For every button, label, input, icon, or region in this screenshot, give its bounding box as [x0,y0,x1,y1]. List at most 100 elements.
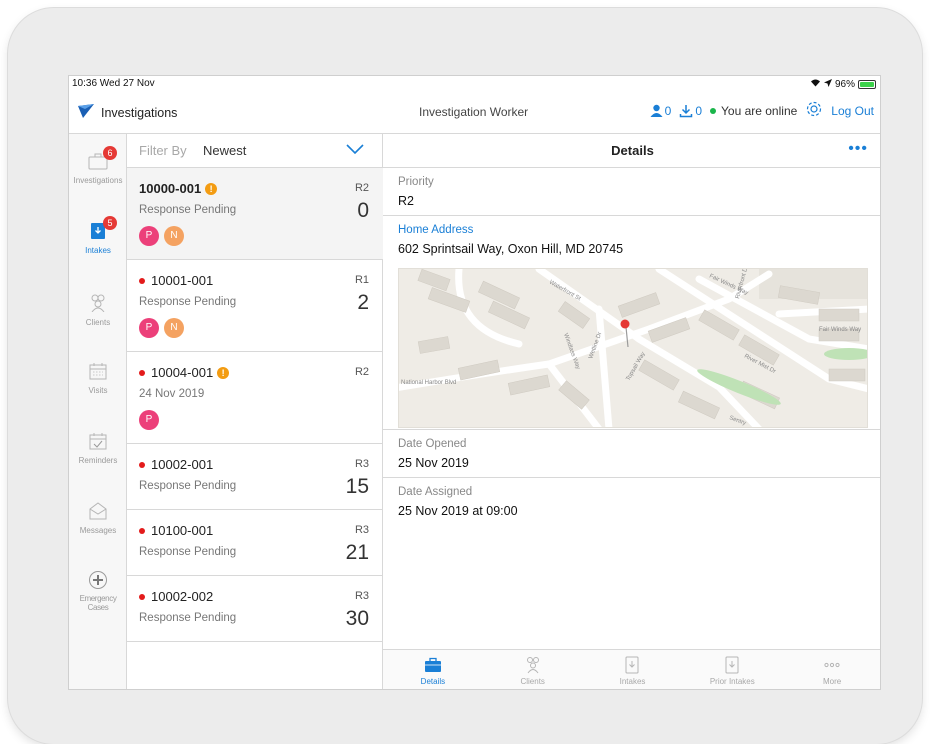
list-item[interactable]: 10000-001! R2 Response Pending 0 P N [127,168,383,260]
warning-icon: ! [205,182,218,195]
tab-label: Prior Intakes [709,677,755,686]
filter-bar[interactable]: Filter By Newest [127,134,382,168]
case-status: Response Pending [139,612,237,624]
sidebar-item-visits[interactable]: Visits [69,362,127,395]
case-count: 30 [345,607,369,630]
case-id: 10002-002 [139,589,213,604]
user-icon [650,104,663,117]
intake-icon [625,656,639,674]
sidebar-item-investigations[interactable]: 6 Investigations [69,146,127,185]
list-item[interactable]: 10004-001! R2 24 Nov 2019 P [127,352,383,444]
app-logo-icon [77,103,95,122]
chevron-down-icon[interactable] [346,143,364,158]
priority-value: R2 [398,194,414,208]
unread-dot-icon [139,369,145,376]
unread-dot-icon [139,461,145,468]
download-button[interactable]: 0 [679,104,702,118]
intakes-badge: 5 [103,216,117,230]
address-value: 602 Sprintsail Way, Oxon Hill, MD 20745 [398,242,624,256]
sidebar: 6 Investigations 5 Intakes Clients Visit… [69,134,127,689]
case-status: Response Pending [139,204,237,216]
sidebar-item-clients[interactable]: Clients [69,294,127,327]
case-id: 10002-001 [139,457,213,472]
date-assigned-value: 25 Nov 2019 at 09:00 [398,504,518,518]
avatar: P [139,226,159,246]
case-count: 15 [345,475,369,498]
list-item[interactable]: 10002-001 R3 Response Pending 15 [127,444,383,510]
status-bar: 10:36 Wed 27 Nov 96% [69,76,880,92]
gear-icon [807,101,822,117]
briefcase-icon: 6 [88,146,117,172]
detail-header: Details ••• [383,134,880,168]
case-id-text: 10001-001 [151,273,214,288]
avatar: P [139,410,159,430]
case-id-text: 10002-002 [151,589,214,604]
bottom-tab-bar: Details Clients Intakes Prior Intakes Mo… [383,649,880,689]
priority-field: Priority R2 [383,168,880,216]
app-title: Investigations [101,105,178,120]
date-opened-label: Date Opened [398,438,467,450]
tab-label: Intakes [619,677,646,686]
calendar-check-icon [88,432,108,452]
sidebar-item-messages[interactable]: Messages [69,502,127,535]
list-item[interactable]: 10001-001 R1 Response Pending 2 P N [127,260,383,352]
sidebar-item-emergency-cases[interactable]: Emergency Cases [69,570,127,612]
wifi-icon [810,78,821,90]
unread-dot-icon [139,277,145,284]
avatar: N [164,226,184,246]
list-item[interactable]: 10002-002 R3 Response Pending 30 [127,576,383,642]
online-indicator: You are online [710,104,797,118]
intake-icon: 5 [88,216,117,242]
priority-label: Priority [398,176,434,188]
client-chips: P N [139,318,184,338]
case-id: 10004-001! [139,365,230,380]
tab-more[interactable]: More [782,650,880,689]
online-dot-icon [710,107,716,114]
tab-details[interactable]: Details [383,650,483,689]
intake-icon [725,656,739,674]
calendar-icon [88,362,108,382]
detail-pane: Details ••• Priority R2 Home Address 602… [383,134,880,689]
battery-percent: 96% [834,78,855,90]
tab-intakes[interactable]: Intakes [583,650,683,689]
priority-code: R3 [354,458,369,470]
date-opened-value: 25 Nov 2019 [398,456,469,470]
client-chips: P [139,410,159,430]
case-id-text: 10000-001 [139,181,202,196]
top-nav-bar: Investigations Investigation Worker 0 0 … [69,92,880,134]
tab-label: Clients [520,677,545,686]
online-status: You are online [721,103,798,118]
case-id-text: 10100-001 [151,523,214,538]
logout-button[interactable]: Log Out [831,104,874,118]
battery-fill [860,81,874,87]
address-label[interactable]: Home Address [398,224,473,236]
tab-clients[interactable]: Clients [483,650,583,689]
priority-code: R1 [354,274,369,286]
address-map[interactable]: Waterfront St Fair Winds Way Fair Winds … [398,268,868,428]
sidebar-item-reminders[interactable]: Reminders [69,432,127,465]
detail-title: Details [611,143,654,158]
tablet-frame: 10:36 Wed 27 Nov 96% Investigations Inve… [8,8,922,744]
settings-button[interactable] [805,100,823,121]
user-count: 0 [664,103,672,118]
battery-icon [858,79,876,89]
plus-circle-icon [88,570,108,590]
more-options-button[interactable]: ••• [848,140,868,158]
investigations-badge: 6 [103,146,117,160]
status-time: 10:36 Wed 27 Nov [72,78,155,89]
priority-code: R2 [354,366,369,378]
list-item[interactable]: 10100-001 R3 Response Pending 21 [127,510,383,576]
app-title-group[interactable]: Investigations [77,103,177,122]
users-button[interactable]: 0 [650,103,672,118]
priority-code: R3 [354,590,369,602]
case-id: 10001-001 [139,273,213,288]
case-date: 24 Nov 2019 [139,388,205,400]
user-role: Investigation Worker [419,105,529,119]
tab-prior-intakes[interactable]: Prior Intakes [682,650,782,689]
envelope-icon [88,502,108,522]
sidebar-item-intakes[interactable]: 5 Intakes [69,216,127,255]
download-icon [680,104,693,117]
case-id: 10100-001 [139,523,213,538]
case-id-text: 10002-001 [151,457,214,472]
priority-code: R3 [354,524,369,536]
